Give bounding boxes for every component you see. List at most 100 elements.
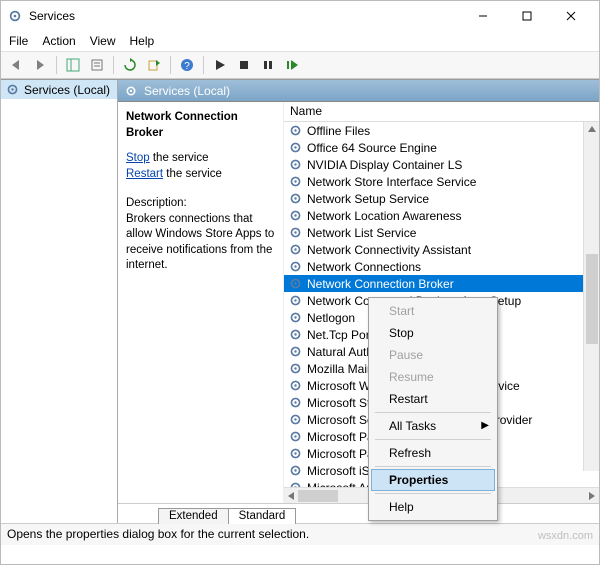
scroll-left-icon: [286, 491, 296, 501]
tab-extended[interactable]: Extended: [158, 508, 229, 524]
ctx-stop[interactable]: Stop: [371, 322, 495, 344]
service-name: Network Connectivity Assistant: [307, 243, 471, 257]
restart-service-link[interactable]: Restart: [126, 168, 163, 180]
service-name: Network Connection Broker: [307, 277, 454, 291]
service-row[interactable]: Network Setup Service: [284, 190, 599, 207]
menu-view[interactable]: View: [90, 34, 116, 48]
gear-icon: [288, 259, 303, 274]
client-area: Services (Local) Services (Local) Networ…: [1, 79, 599, 523]
gear-icon: [288, 412, 303, 427]
gear-icon: [288, 446, 303, 461]
right-pane: Services (Local) Network Connection Brok…: [118, 80, 599, 523]
vertical-scrollbar[interactable]: [583, 122, 599, 471]
ctx-refresh[interactable]: Refresh: [371, 442, 495, 464]
toolbar-separator: [56, 56, 57, 74]
gear-icon: [288, 480, 303, 487]
services-icon: [124, 84, 138, 98]
header-bar: Services (Local): [118, 80, 599, 102]
toolbar-separator: [113, 56, 114, 74]
toolbar: ?: [1, 51, 599, 79]
detail-pane: Network Connection Broker Stop the servi…: [118, 102, 283, 503]
forward-button[interactable]: [29, 54, 51, 76]
start-service-button[interactable]: [209, 54, 231, 76]
service-name: Netlogon: [307, 311, 355, 325]
gear-icon: [288, 225, 303, 240]
show-hide-tree-button[interactable]: [62, 54, 84, 76]
scroll-right-icon: [587, 491, 597, 501]
gear-icon: [288, 344, 303, 359]
column-header-name[interactable]: Name: [284, 102, 599, 122]
gear-icon: [288, 378, 303, 393]
stop-service-link[interactable]: Stop: [126, 152, 150, 164]
gear-icon: [288, 242, 303, 257]
service-row[interactable]: Network Connection Broker: [284, 275, 599, 292]
export-button[interactable]: [143, 54, 165, 76]
service-row[interactable]: NVIDIA Display Container LS: [284, 156, 599, 173]
gear-icon: [288, 361, 303, 376]
tree-root[interactable]: Services (Local): [1, 80, 117, 99]
svg-text:?: ?: [184, 61, 190, 72]
menubar: File Action View Help: [1, 31, 599, 51]
ctx-separator: [375, 466, 491, 467]
horizontal-scroll-thumb[interactable]: [298, 490, 338, 502]
back-button[interactable]: [5, 54, 27, 76]
toolbar-separator: [170, 56, 171, 74]
service-name: NVIDIA Display Container LS: [307, 158, 462, 172]
gear-icon: [288, 395, 303, 410]
service-name: Offline Files: [307, 124, 370, 138]
service-name: Network Setup Service: [307, 192, 429, 206]
properties-button[interactable]: [86, 54, 108, 76]
gear-icon: [288, 429, 303, 444]
help-button[interactable]: ?: [176, 54, 198, 76]
window-title: Services: [29, 9, 75, 23]
gear-icon: [288, 174, 303, 189]
restart-service-line: Restart the service: [126, 167, 275, 183]
close-button[interactable]: [549, 1, 593, 31]
service-name: Network List Service: [307, 226, 416, 240]
scroll-up-icon: [587, 124, 597, 134]
gear-icon: [288, 191, 303, 206]
ctx-resume: Resume: [371, 366, 495, 388]
gear-icon: [288, 157, 303, 172]
stop-service-button[interactable]: [233, 54, 255, 76]
refresh-button[interactable]: [119, 54, 141, 76]
context-menu: Start Stop Pause Resume Restart All Task…: [368, 297, 498, 521]
gear-icon: [288, 140, 303, 155]
ctx-help[interactable]: Help: [371, 496, 495, 518]
ctx-properties[interactable]: Properties: [371, 469, 495, 491]
menu-action[interactable]: Action: [42, 34, 75, 48]
tree-root-label: Services (Local): [24, 83, 110, 97]
description-heading: Description:: [126, 196, 275, 212]
service-row[interactable]: Network Connectivity Assistant: [284, 241, 599, 258]
ctx-all-tasks[interactable]: All Tasks ▶: [371, 415, 495, 437]
service-row[interactable]: Network Location Awareness: [284, 207, 599, 224]
gear-icon: [288, 327, 303, 342]
ctx-pause: Pause: [371, 344, 495, 366]
menu-help[interactable]: Help: [130, 34, 155, 48]
ctx-separator: [375, 439, 491, 440]
vertical-scroll-thumb[interactable]: [586, 254, 598, 344]
ctx-separator: [375, 493, 491, 494]
pause-service-button[interactable]: [257, 54, 279, 76]
service-row[interactable]: Network Connections: [284, 258, 599, 275]
header-label: Services (Local): [144, 84, 230, 98]
stop-service-line: Stop the service: [126, 151, 275, 167]
tab-standard[interactable]: Standard: [228, 508, 297, 524]
maximize-button[interactable]: [505, 1, 549, 31]
status-bar: Opens the properties dialog box for the …: [1, 523, 599, 545]
service-name: Network Store Interface Service: [307, 175, 476, 189]
ctx-restart[interactable]: Restart: [371, 388, 495, 410]
selected-service-name: Network Connection Broker: [126, 110, 275, 141]
menu-file[interactable]: File: [9, 34, 28, 48]
gear-icon: [288, 208, 303, 223]
minimize-button[interactable]: [461, 1, 505, 31]
restart-service-button[interactable]: [281, 54, 303, 76]
content-area: Network Connection Broker Stop the servi…: [118, 102, 599, 503]
titlebar: Services: [1, 1, 599, 31]
service-name: Network Connections: [307, 260, 421, 274]
service-row[interactable]: Network List Service: [284, 224, 599, 241]
service-row[interactable]: Network Store Interface Service: [284, 173, 599, 190]
service-row[interactable]: Offline Files: [284, 122, 599, 139]
service-row[interactable]: Office 64 Source Engine: [284, 139, 599, 156]
tree-pane: Services (Local): [1, 80, 118, 523]
